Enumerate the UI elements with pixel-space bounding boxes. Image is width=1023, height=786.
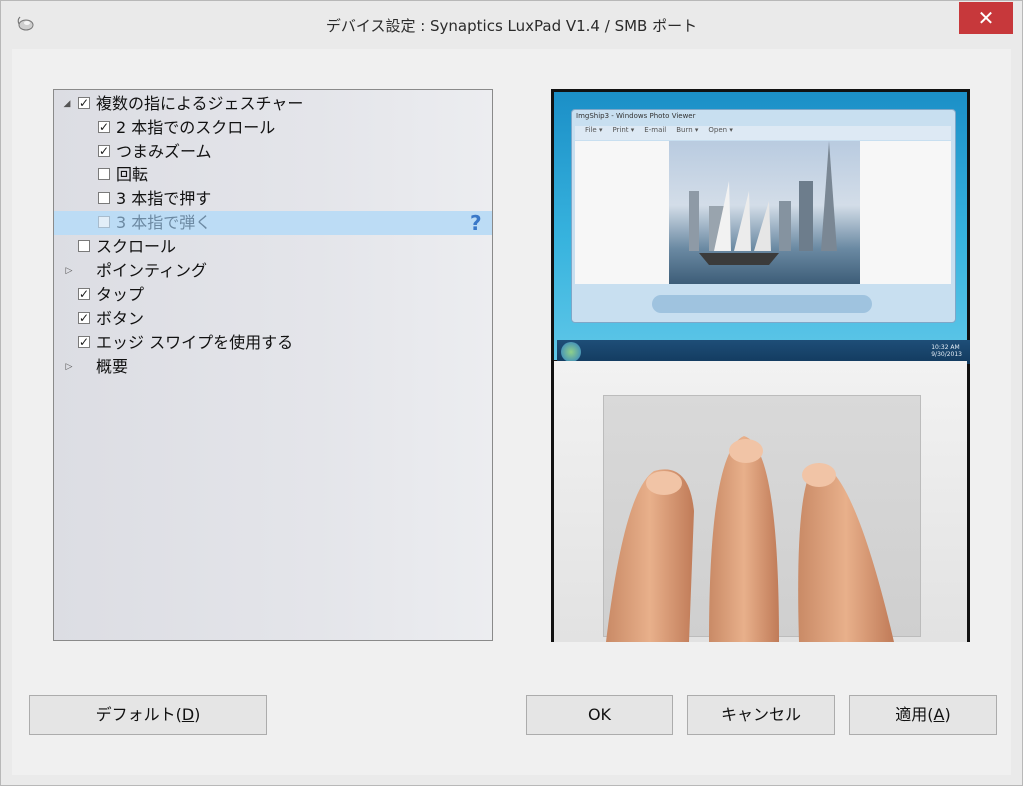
tree-item[interactable]: 3 本指で押す: [54, 187, 492, 211]
tree-item[interactable]: ✓ タップ: [54, 283, 492, 307]
default-button[interactable]: デフォルト(D): [29, 695, 267, 735]
three-fingers-icon: [606, 436, 894, 642]
preview-desktop: ImgShip3 - Windows Photo Viewer File ▾ Pr…: [554, 92, 970, 364]
tree-item-label: エッジ スワイプを使用する: [96, 333, 294, 352]
touchpad-illustration: [554, 361, 967, 642]
start-orb-icon: [561, 342, 581, 362]
tree-item-label: 3 本指で押す: [116, 189, 212, 208]
tree-item[interactable]: ◢ ✓ 複数の指によるジェスチャー: [54, 92, 492, 116]
tree-item-label: 複数の指によるジェスチャー: [96, 94, 304, 113]
preview-controls: [652, 295, 872, 313]
gesture-preview: ImgShip3 - Windows Photo Viewer File ▾ Pr…: [551, 89, 970, 642]
tree-item[interactable]: ▷ ポインティング: [54, 259, 492, 283]
tree-item[interactable]: ✓ 2 本指でのスクロール: [54, 116, 492, 140]
tree-item[interactable]: ✓ ボタン: [54, 307, 492, 331]
tree-item-label: ポインティング: [96, 261, 208, 280]
tree-item[interactable]: ▷ 概要: [54, 355, 492, 379]
checkbox-checked[interactable]: ✓: [98, 121, 110, 133]
apply-button[interactable]: 適用(A): [849, 695, 997, 735]
tree-item[interactable]: ✓ エッジ スワイプを使用する: [54, 331, 492, 355]
checkbox[interactable]: [98, 192, 110, 204]
checkbox[interactable]: [78, 240, 90, 252]
preview-window-title: ImgShip3 - Windows Photo Viewer: [576, 112, 696, 120]
tree-item-label: つまみズーム: [116, 142, 212, 161]
close-button[interactable]: ✕: [959, 2, 1013, 34]
expand-arrow-icon[interactable]: ▷: [64, 259, 74, 283]
tree-item-label: 3 本指で弾く: [116, 213, 212, 232]
preview-photo: [669, 141, 860, 284]
gesture-tree-view[interactable]: ◢ ✓ 複数の指によるジェスチャー ✓ 2 本指でのスクロール ✓ つまみズーム 回転 3 本指…: [53, 89, 493, 641]
preview-menu-item: Open ▾: [708, 126, 733, 134]
checkbox-checked[interactable]: ✓: [98, 145, 110, 157]
preview-menu: File ▾ Print ▾ E-mail Burn ▾ Open ▾: [575, 126, 951, 140]
checkbox-checked[interactable]: ✓: [78, 312, 90, 324]
client-area: ◢ ✓ 複数の指によるジェスチャー ✓ 2 本指でのスクロール ✓ つまみズーム 回転 3 本指…: [12, 49, 1011, 775]
checkbox-checked[interactable]: ✓: [78, 336, 90, 348]
preview-photo-viewer: ImgShip3 - Windows Photo Viewer File ▾ Pr…: [571, 109, 956, 323]
expand-arrow-icon[interactable]: ▷: [64, 355, 74, 379]
title-bar[interactable]: デバイス設定 : Synaptics LuxPad V1.4 / SMB ポート…: [1, 1, 1022, 49]
preview-menu-item: E-mail: [644, 126, 667, 134]
device-settings-window: デバイス設定 : Synaptics LuxPad V1.4 / SMB ポート…: [0, 0, 1023, 786]
preview-menu-item: Print ▾: [612, 126, 635, 134]
ok-button[interactable]: OK: [526, 695, 673, 735]
preview-clock: 10:32 AM 9/30/2013: [931, 344, 962, 358]
tree-item[interactable]: 3 本指で弾く?: [54, 211, 492, 235]
help-icon[interactable]: ?: [470, 211, 482, 235]
tree-item-label: ボタン: [96, 309, 145, 328]
tree-item[interactable]: ✓ つまみズーム: [54, 140, 492, 164]
window-title: デバイス設定 : Synaptics LuxPad V1.4 / SMB ポート: [325, 17, 698, 35]
preview-body: [575, 141, 951, 284]
checkbox-checked[interactable]: ✓: [78, 288, 90, 300]
checkbox[interactable]: [98, 168, 110, 180]
tree-item-label: 概要: [96, 357, 129, 376]
preview-menu-item: Burn ▾: [676, 126, 699, 134]
tree-item-label: 2 本指でのスクロール: [116, 118, 276, 137]
tree-item-label: スクロール: [96, 237, 177, 256]
cancel-button[interactable]: キャンセル: [687, 695, 835, 735]
preview-menu-item: File ▾: [585, 126, 603, 134]
tree-item[interactable]: スクロール: [54, 235, 492, 259]
tree-item-label: 回転: [116, 165, 149, 184]
collapse-arrow-icon[interactable]: ◢: [62, 92, 72, 116]
close-icon: ✕: [977, 6, 995, 30]
tree-item[interactable]: 回転: [54, 163, 492, 187]
checkbox-checked[interactable]: ✓: [78, 97, 90, 109]
checkbox[interactable]: [98, 216, 110, 228]
tree-item-label: タップ: [96, 285, 145, 304]
